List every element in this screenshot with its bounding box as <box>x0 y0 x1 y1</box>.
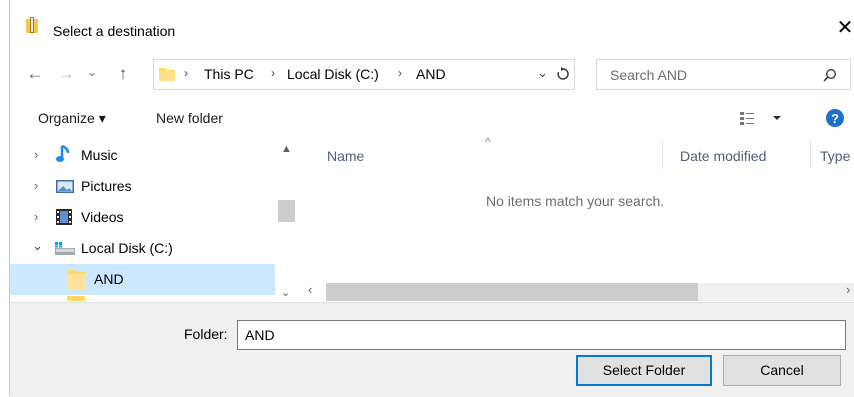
help-icon[interactable]: ? <box>826 109 844 127</box>
pictures-icon <box>56 180 74 193</box>
column-header-name[interactable]: Name <box>327 148 364 164</box>
close-icon[interactable]: ✕ <box>836 17 854 39</box>
music-note-icon <box>56 144 72 164</box>
sidebar-item-and[interactable]: AND <box>94 271 124 287</box>
sidebar-item-music[interactable]: Music <box>81 147 118 163</box>
expand-chevron-icon[interactable]: › <box>34 209 38 224</box>
organize-menu-button[interactable]: Organize ▾ <box>38 110 106 127</box>
breadcrumb-separator: › <box>184 66 188 80</box>
scroll-down-arrow-icon[interactable]: ⌄ <box>281 286 290 299</box>
search-placeholder: Search AND <box>610 67 688 83</box>
expand-chevron-icon[interactable]: › <box>34 147 38 162</box>
column-header-date-modified[interactable]: Date modified <box>680 148 766 164</box>
view-options-icon[interactable] <box>740 111 784 125</box>
drive-icon <box>55 242 75 256</box>
breadcrumb-and[interactable]: AND <box>416 66 446 82</box>
scroll-up-arrow-icon[interactable]: ▲ <box>281 143 292 155</box>
column-divider <box>810 141 811 169</box>
breadcrumb-this-pc[interactable]: This PC <box>204 66 254 82</box>
content-scrollbar-thumb[interactable] <box>326 283 698 301</box>
address-bar[interactable]: › This PC › Local Disk (C:) › AND ⌄ <box>153 59 575 90</box>
sidebar-scrollbar-thumb[interactable] <box>278 200 295 222</box>
folder-icon-partial <box>67 296 85 301</box>
folder-icon <box>158 65 176 83</box>
window-title: Select a destination <box>53 23 176 39</box>
sidebar-item-local-disk[interactable]: Local Disk (C:) <box>81 240 173 256</box>
column-divider <box>662 141 663 169</box>
folder-name-value: AND <box>245 327 275 343</box>
folder-label: Folder: <box>184 326 228 342</box>
dialog-footer: Folder: AND Select Folder Cancel <box>10 302 854 397</box>
back-arrow-icon[interactable]: ← <box>25 63 45 85</box>
empty-message: No items match your search. <box>486 193 665 209</box>
collapse-chevron-icon[interactable]: ⌄ <box>32 238 43 254</box>
sidebar-selected-highlight <box>10 264 275 295</box>
scroll-right-arrow-icon[interactable]: › <box>846 282 850 297</box>
cancel-button[interactable]: Cancel <box>723 355 841 386</box>
recent-locations-chevron-icon[interactable]: ⌄ <box>84 61 100 83</box>
expand-chevron-icon[interactable]: › <box>34 178 38 193</box>
column-header-type[interactable]: Type <box>820 148 850 164</box>
sidebar-item-videos[interactable]: Videos <box>81 209 124 225</box>
breadcrumb-separator: › <box>271 66 275 80</box>
svg-text:?: ? <box>831 111 839 126</box>
folder-icon <box>67 268 87 290</box>
refresh-icon[interactable] <box>556 66 570 82</box>
folder-name-input[interactable]: AND <box>237 320 846 350</box>
sort-ascending-icon: ^ <box>485 135 491 149</box>
breadcrumb-local-disk[interactable]: Local Disk (C:) <box>287 66 379 82</box>
file-dialog: Select a destination ✕ ← → ⌄ ↑ › This PC… <box>9 0 854 397</box>
forward-arrow-icon[interactable]: → <box>56 63 76 85</box>
folder-zip-icon <box>26 17 38 33</box>
breadcrumb-separator: › <box>398 66 402 80</box>
select-folder-button[interactable]: Select Folder <box>576 355 712 386</box>
scroll-left-arrow-icon[interactable]: ‹ <box>308 282 312 297</box>
search-icon[interactable] <box>823 68 837 82</box>
up-arrow-icon[interactable]: ↑ <box>113 63 133 85</box>
videos-icon <box>56 209 72 225</box>
address-dropdown-chevron-icon[interactable]: ⌄ <box>537 65 548 81</box>
sidebar-item-pictures[interactable]: Pictures <box>81 178 132 194</box>
search-input[interactable]: Search AND <box>596 59 851 90</box>
new-folder-button[interactable]: New folder <box>156 110 223 126</box>
